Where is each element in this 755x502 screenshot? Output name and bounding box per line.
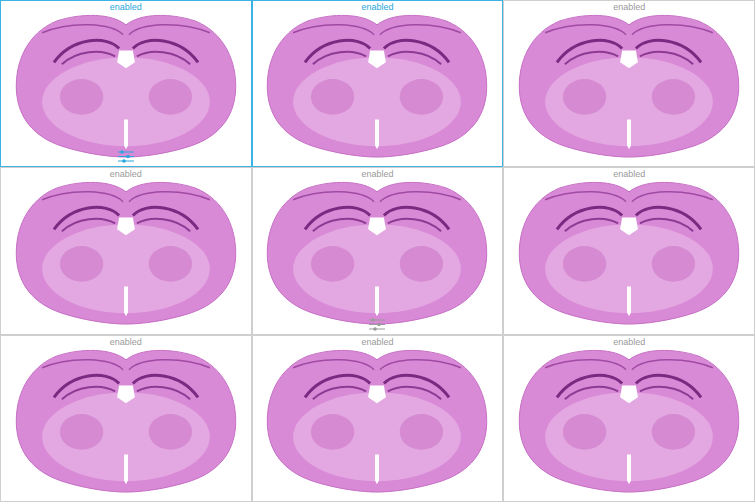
image-cell[interactable]: enabled [503,167,755,334]
brain-section-image [261,13,493,161]
image-cell[interactable]: enabled [503,335,755,502]
cell-label: enabled [361,336,393,348]
cell-label: enabled [613,336,645,348]
image-cell[interactable]: enabled [0,0,252,167]
brain-section-image [10,13,242,161]
brain-section-image [513,180,745,328]
cell-label: enabled [361,1,393,13]
cell-label: enabled [613,1,645,13]
brain-section-image [261,180,493,328]
cell-label: enabled [110,336,142,348]
image-cell[interactable]: enabled [0,167,252,334]
adjustments-icon[interactable] [368,318,386,331]
cell-label: enabled [613,168,645,180]
brain-section-image [10,348,242,496]
cell-label: enabled [110,1,142,13]
brain-section-image [513,348,745,496]
image-cell[interactable]: enabled [252,0,504,167]
brain-section-image [10,180,242,328]
cell-label: enabled [110,168,142,180]
image-cell[interactable]: enabled [252,335,504,502]
image-cell[interactable]: enabled [0,335,252,502]
image-cell[interactable]: enabled [503,0,755,167]
image-cell[interactable]: enabled [252,167,504,334]
brain-section-image [261,348,493,496]
adjustments-icon[interactable] [117,150,135,163]
image-grid: enabled enabled enabled enabled enabled enabl… [0,0,755,502]
cell-label: enabled [361,168,393,180]
brain-section-image [513,13,745,161]
